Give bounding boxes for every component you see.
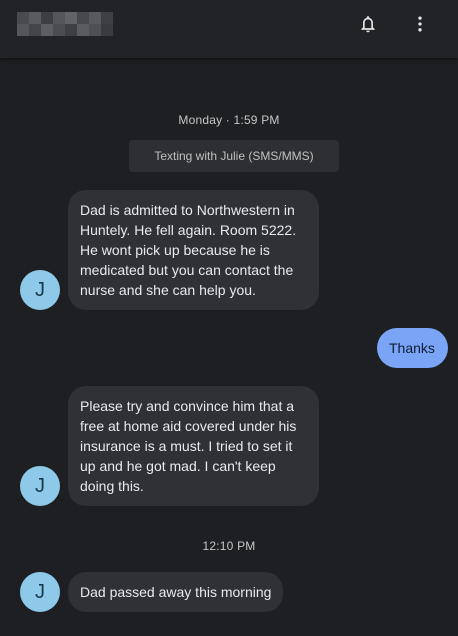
contact-name-redacted [17,12,113,36]
message-bubble-incoming[interactable]: Dad passed away this morning [68,572,284,612]
message-bubble-incoming[interactable]: Please try and convince him that a free … [68,386,319,506]
avatar[interactable]: J [20,572,60,612]
time-label: 12:10 PM [202,539,256,553]
app-bar [0,0,458,58]
message-bubble-incoming[interactable]: Dad is admitted to Northwestern in Hunte… [68,190,319,310]
date-label: Monday · 1:59 PM [178,113,280,127]
message-bubble-outgoing[interactable]: Thanks [377,328,448,368]
avatar[interactable]: J [20,466,60,506]
avatar[interactable]: J [20,270,60,310]
bell-icon[interactable] [356,12,380,36]
more-vertical-icon[interactable] [408,12,432,36]
sms-info-chip: Texting with Julie (SMS/MMS) [129,140,339,172]
